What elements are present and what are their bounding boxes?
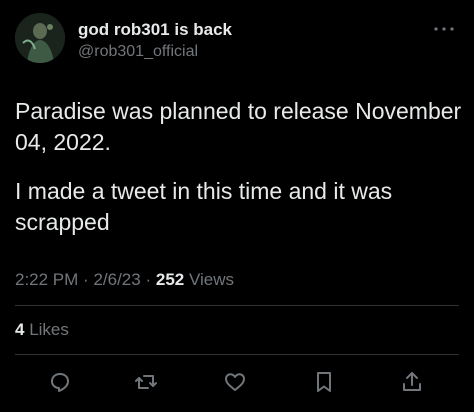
retweet-icon — [135, 375, 157, 389]
avatar-image — [15, 13, 65, 63]
bookmark-icon — [317, 372, 331, 392]
meta-separator: · — [83, 270, 89, 289]
likes-count: 4 — [15, 320, 25, 339]
more-horizontal-icon[interactable] — [432, 22, 456, 34]
tweet: god rob301 is back @rob301_official Para… — [0, 0, 474, 412]
tweet-time[interactable]: 2:22 PM — [15, 270, 78, 289]
heart-icon — [225, 373, 245, 391]
tweet-text-paragraph-2: I made a tweet in this time and it was s… — [15, 178, 393, 235]
share-icon — [403, 372, 421, 391]
divider — [15, 305, 459, 306]
like-button[interactable] — [221, 368, 249, 396]
reply-icon — [51, 373, 69, 392]
retweet-button[interactable] — [132, 368, 160, 396]
author-handle[interactable]: @rob301_official — [78, 43, 198, 61]
meta-separator: · — [145, 270, 152, 289]
reply-button[interactable] — [46, 368, 74, 396]
author-display-name[interactable]: god rob301 is back — [78, 20, 232, 40]
action-bar — [0, 364, 474, 400]
avatar[interactable] — [15, 13, 65, 63]
tweet-date[interactable]: 2/6/23 — [93, 270, 140, 289]
views-count: 252 — [155, 270, 185, 289]
tweet-metadata: 2:22 PM · 2/6/23 · 252 Views — [15, 270, 234, 290]
views-label: Views — [188, 270, 235, 289]
tweet-text-paragraph-1: Paradise was planned to release November… — [15, 98, 462, 155]
divider — [15, 354, 459, 355]
share-button[interactable] — [398, 368, 426, 396]
bookmark-button[interactable] — [310, 368, 338, 396]
likes-summary[interactable]: 4 Likes — [15, 320, 69, 340]
likes-label: Likes — [29, 320, 69, 339]
